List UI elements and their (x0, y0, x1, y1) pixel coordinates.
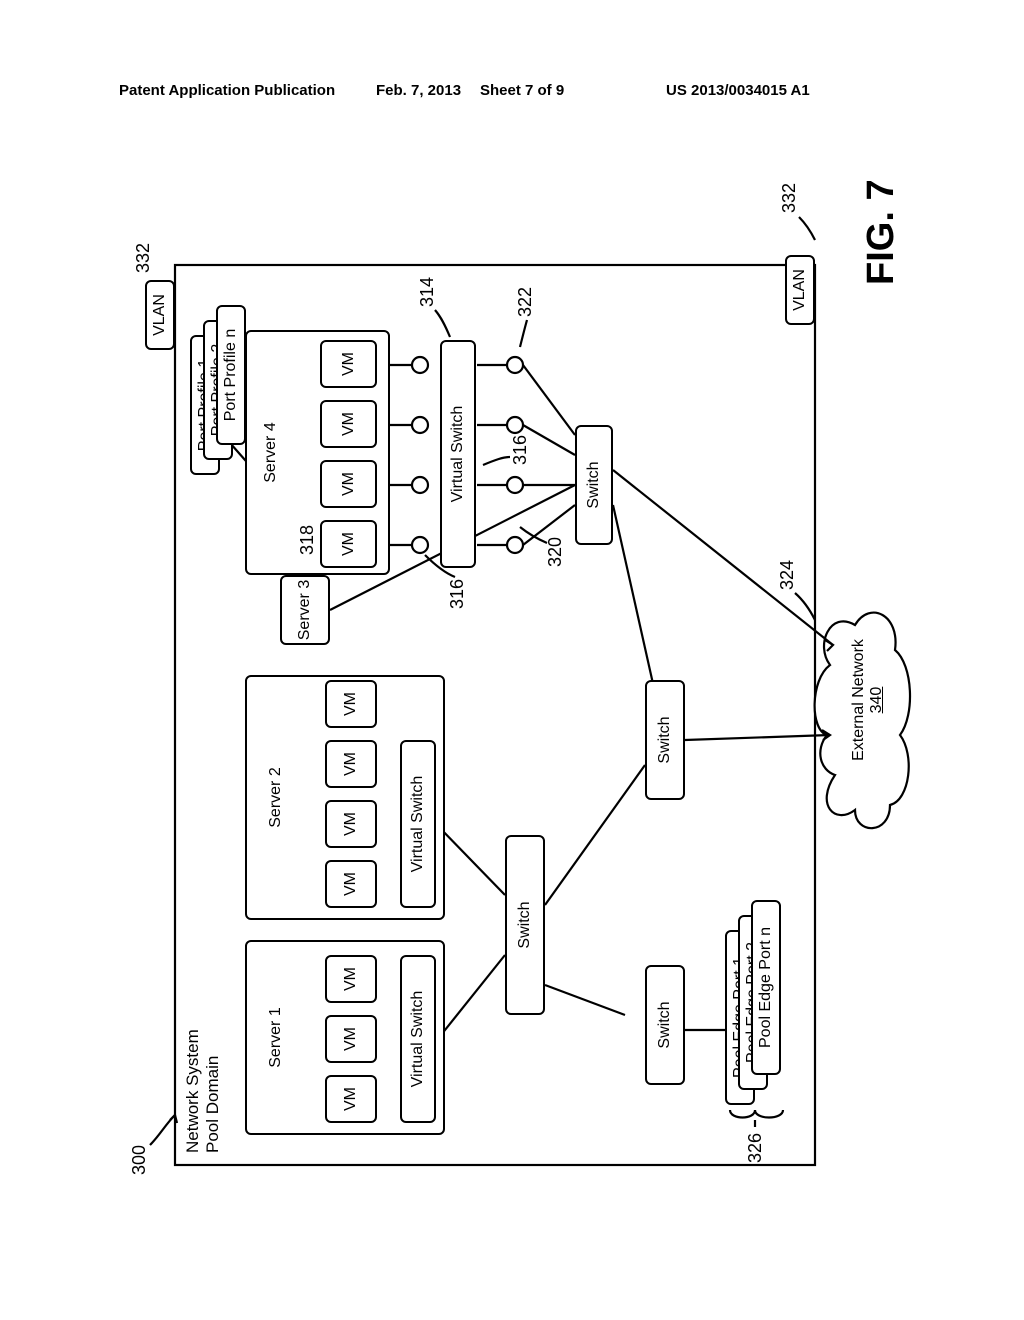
s4-vswitch: Virtual Switch (440, 340, 476, 568)
header-date: Feb. 7, 2013 (376, 82, 461, 99)
ref-318: 318 (297, 525, 318, 555)
figure-canvas: Network System Pool Domain 300 VLAN 332 … (115, 145, 915, 1205)
s2-vswitch: Virtual Switch (400, 740, 436, 908)
ref-332a: 332 (133, 243, 154, 273)
header-sheet: Sheet 7 of 9 (480, 82, 564, 99)
s2-vm-1: VM (325, 860, 377, 908)
pool-edge-n-label: Pool Edge Port n (755, 904, 777, 1071)
s1-vm-1: VM (325, 1075, 377, 1123)
ref-314: 314 (417, 277, 438, 307)
ref-316a: 316 (447, 579, 468, 609)
ref-332b: 332 (779, 183, 800, 213)
vswitch-label: Virtual Switch (404, 959, 432, 1119)
switch-lower-mid: Switch (645, 680, 685, 800)
figure-area: Network System Pool Domain 300 VLAN 332 … (0, 275, 1024, 1075)
switch-lower-left: Switch (645, 965, 685, 1085)
ref-300: 300 (129, 1145, 150, 1175)
s4-vm-2: VM (320, 460, 377, 508)
vm-label: VM (324, 464, 373, 504)
vm-label: VM (324, 344, 373, 384)
vswitch-label: Virtual Switch (404, 744, 432, 904)
s1-vm-2: VM (325, 1015, 377, 1063)
vm-label: VM (329, 959, 373, 999)
header-pub-label: Patent Application Publication (119, 82, 335, 99)
vm-label: VM (329, 804, 373, 844)
server-3: Server 3 (280, 575, 330, 645)
pool-edge-n: Pool Edge Port n (751, 900, 781, 1075)
header-pubnum: US 2013/0034015 A1 (666, 82, 810, 99)
vlan-bottom-label: VLAN (789, 259, 811, 321)
external-network: External Network 340 (850, 630, 886, 770)
ref-326: 326 (745, 1133, 766, 1163)
vlan-top: VLAN (145, 280, 175, 350)
vm-label: VM (329, 744, 373, 784)
ref-316b: 316 (510, 435, 531, 465)
s2-vm-4: VM (325, 680, 377, 728)
vm-label: VM (329, 1079, 373, 1119)
switch-upper-left: Switch (505, 835, 545, 1015)
s4-vm-4: VM (320, 340, 377, 388)
port-profile-n: Port Profile n (216, 305, 246, 445)
server-4-label: Server 4 (262, 422, 280, 482)
vm-label: VM (329, 864, 373, 904)
vswitch-label: Virtual Switch (444, 344, 472, 564)
s2-vm-2: VM (325, 800, 377, 848)
vm-label: VM (324, 524, 373, 564)
vlan-top-label: VLAN (149, 284, 171, 346)
vm-label: VM (329, 684, 373, 724)
s1-vm-3: VM (325, 955, 377, 1003)
vm-label: VM (324, 404, 373, 444)
server-2-label: Server 2 (267, 767, 285, 827)
s1-vswitch: Virtual Switch (400, 955, 436, 1123)
vlan-bottom: VLAN (785, 255, 815, 325)
port-profile-n-label: Port Profile n (220, 309, 242, 441)
ref-320: 320 (545, 537, 566, 567)
server-1-label: Server 1 (267, 1007, 285, 1067)
switch-label: Switch (509, 839, 541, 1011)
ref-322: 322 (515, 287, 536, 317)
figure-label: FIG. 7 (860, 179, 903, 285)
external-network-num: 340 (868, 630, 886, 770)
switch-label: Switch (649, 684, 681, 796)
server-3-label: Server 3 (284, 579, 326, 641)
s4-vm-1: VM (320, 520, 377, 568)
switch-label: Switch (649, 969, 681, 1081)
s2-vm-3: VM (325, 740, 377, 788)
switch-right: Switch (575, 425, 613, 545)
ref-324: 324 (777, 560, 798, 590)
vm-label: VM (329, 1019, 373, 1059)
external-network-label: External Network (850, 630, 868, 770)
pool-domain-title: Network System Pool Domain (183, 1029, 223, 1153)
s4-vm-3: VM (320, 400, 377, 448)
switch-label: Switch (579, 429, 609, 541)
